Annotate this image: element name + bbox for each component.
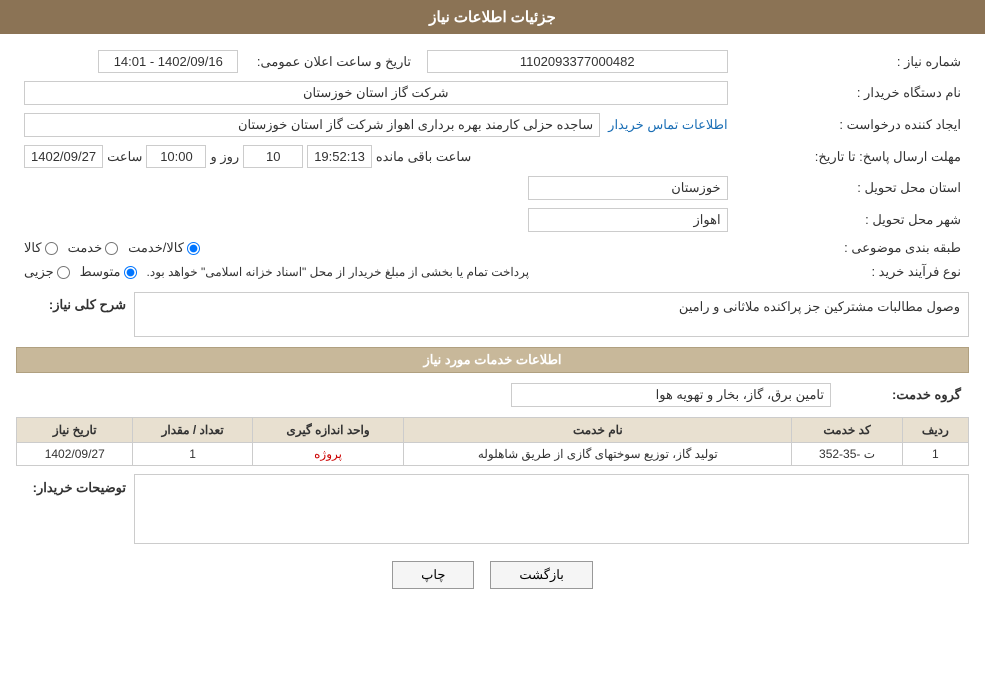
ijad-konande-label: ایجاد کننده درخواست : (736, 109, 969, 141)
cell-tedad: 1 (133, 443, 252, 466)
tabaghe-label: طبقه بندی موضوعی : (736, 236, 969, 260)
radio-motevaset[interactable]: متوسط (80, 264, 137, 280)
radio-kala-khedmat[interactable]: کالا/خدمت (128, 240, 200, 256)
cell-nam: تولید گاز، توزیع سوختهای گازی از طریق شا… (404, 443, 792, 466)
radio-kala[interactable]: کالا (24, 240, 58, 256)
ostan-label: استان محل تحویل : (736, 172, 969, 204)
col-radif: ردیف (902, 418, 968, 443)
col-kod: کد خدمت (792, 418, 902, 443)
services-table: ردیف کد خدمت نام خدمت واحد اندازه گیری ت… (16, 417, 969, 466)
shahr-value: اهواز (528, 208, 728, 232)
ijad-konande-link[interactable]: اطلاعات تماس خریدار (608, 117, 727, 133)
grooh-khedmat-table: گروه خدمت: تامین برق، گاز، بخار و تهویه … (16, 379, 969, 411)
mohlat-label: مهلت ارسال پاسخ: تا تاریخ: (736, 141, 969, 172)
cell-vahed: پروژه (252, 443, 403, 466)
col-tedad: تعداد / مقدار (133, 418, 252, 443)
cell-radif: 1 (902, 443, 968, 466)
now-farayand-label: نوع فرآیند خرید : (736, 260, 969, 284)
tarikh-value: 1402/09/16 - 14:01 (98, 50, 238, 73)
now-farayand-desc: پرداخت تمام یا بخشی از مبلغ خریدار از مح… (147, 265, 530, 279)
khadamat-header: اطلاعات خدمات مورد نیاز (16, 347, 969, 373)
tozihat-label: توضیحات خریدار: (16, 474, 126, 496)
cell-kod: ت -35-352 (792, 443, 902, 466)
radio-jozei[interactable]: جزیی (24, 264, 70, 280)
grooh-khedmat-label: گروه خدمت: (839, 379, 969, 411)
ostan-value: خوزستان (528, 176, 728, 200)
mohlat-date: 1402/09/27 (24, 145, 103, 168)
back-button[interactable]: بازگشت (490, 561, 592, 589)
tozihat-textarea[interactable] (134, 474, 969, 544)
shomare-niaz-value: 1102093377000482 (427, 50, 728, 73)
col-tarikh: تاریخ نیاز (17, 418, 133, 443)
shahr-label: شهر محل تحویل : (736, 204, 969, 236)
nam-dastgah-label: نام دستگاه خریدار : (736, 77, 969, 109)
mohlat-mande: 19:52:13 (307, 145, 372, 168)
grooh-khedmat-value: تامین برق، گاز، بخار و تهویه هوا (511, 383, 831, 407)
nam-dastgah-value: شرکت گاز استان خوزستان (24, 81, 728, 105)
mohlat-saat: 10:00 (146, 145, 206, 168)
mohlat-mande-label: ساعت باقی مانده (376, 149, 471, 165)
tarikh-label: تاریخ و ساعت اعلان عمومی: (257, 54, 411, 69)
mohlat-roz-label: روز و (210, 149, 239, 165)
sharh-niaz-label: شرح کلی نیاز: (49, 297, 126, 312)
shomare-niaz-label: شماره نیاز : (736, 46, 969, 77)
sharh-niaz-value: وصول مطالبات مشترکین جز پراکنده ملاثانی … (134, 292, 969, 337)
radio-khedmat[interactable]: خدمت (68, 240, 119, 256)
info-table: شماره نیاز : 1102093377000482 تاریخ و سا… (16, 46, 969, 284)
page-header: جزئیات اطلاعات نیاز (0, 0, 985, 34)
mohlat-saat-label: ساعت (107, 149, 142, 165)
buttons-row: بازگشت چاپ (16, 561, 969, 589)
table-row: 1ت -35-352تولید گاز، توزیع سوختهای گازی … (17, 443, 969, 466)
col-vahed: واحد اندازه گیری (252, 418, 403, 443)
mohlat-roz: 10 (243, 145, 303, 168)
cell-tarikh: 1402/09/27 (17, 443, 133, 466)
print-button[interactable]: چاپ (392, 561, 474, 589)
col-nam: نام خدمت (404, 418, 792, 443)
ijad-konande-value: ساجده حزلی کارمند بهره برداری اهواز شرکت… (24, 113, 600, 137)
page-title: جزئیات اطلاعات نیاز (429, 9, 556, 26)
